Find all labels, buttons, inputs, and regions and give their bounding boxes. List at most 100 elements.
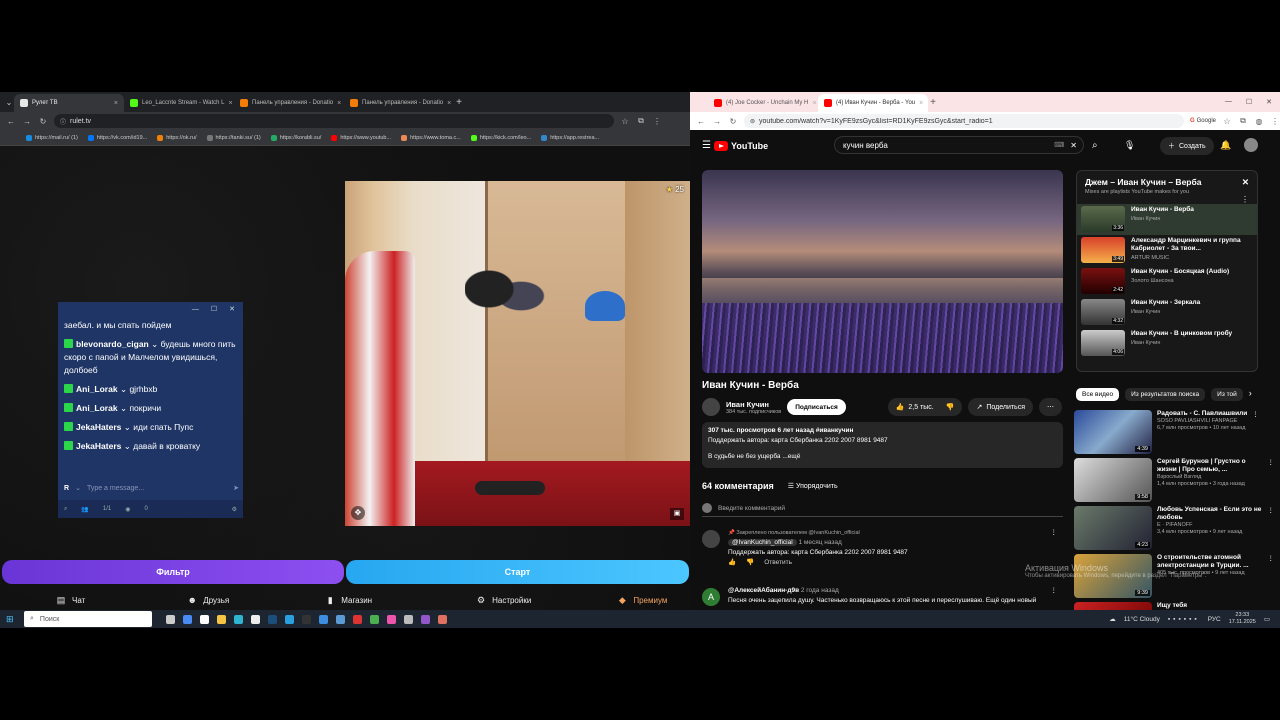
file-explorer-icon[interactable] — [217, 614, 226, 624]
video-player[interactable] — [702, 170, 1063, 373]
create-button[interactable]: ＋ Создать — [1160, 137, 1214, 155]
maximize-icon[interactable]: ☐ — [211, 305, 217, 313]
hamburger-menu-icon[interactable]: ☰ — [702, 140, 711, 151]
gear-icon[interactable]: ⚙ — [232, 506, 237, 513]
send-icon[interactable]: ➤ — [233, 484, 239, 492]
nav-premium[interactable]: ◆ Премиум — [617, 595, 668, 605]
keyboard-icon[interactable]: ⌨ — [1054, 141, 1064, 149]
more-vert-icon[interactable]: ⋮ — [1252, 410, 1259, 454]
store-icon[interactable] — [251, 614, 260, 624]
nav-settings[interactable]: ⚙ Настройки — [476, 595, 531, 605]
minimize-icon[interactable]: — — [192, 306, 199, 313]
language-indicator[interactable]: РУС — [1208, 616, 1221, 623]
reload-icon[interactable]: ↻ — [38, 117, 48, 126]
chat-app-icon[interactable] — [285, 614, 294, 624]
browser-icon[interactable] — [336, 614, 345, 624]
chat-username[interactable]: Ani_Lorak — [76, 403, 118, 413]
share-button[interactable]: ↗ Поделиться — [968, 398, 1033, 416]
like-button[interactable]: 👍 2,5 тыс. 👎 — [887, 398, 963, 416]
bookmark-item[interactable]: https://korabli.su/ — [270, 134, 321, 141]
tab-kick[interactable]: Leo_Laccnte Stream - Watch L × — [124, 94, 234, 112]
playlist-item[interactable]: 3:36 Иван Кучин - Верба Иван Кучин — [1077, 204, 1257, 235]
close-icon[interactable]: × — [447, 100, 451, 107]
bookmark-item[interactable]: https://vk.com/id19... — [87, 134, 147, 141]
menu-icon[interactable]: ⋮ — [652, 117, 662, 126]
youtube-logo[interactable]: YouTube — [714, 141, 768, 151]
move-icon[interactable]: ✥ — [351, 506, 365, 520]
bookmark-star-icon[interactable]: ☆ — [620, 117, 630, 126]
more-vert-icon[interactable]: ⋮ — [1268, 458, 1275, 502]
taskbar-search-input[interactable]: ⌕ Поиск — [24, 611, 152, 627]
playlist-item[interactable]: 3:49 Александр Марцинкевич и группа Кабри… — [1077, 235, 1257, 266]
terminal-icon[interactable] — [200, 614, 209, 624]
google-lens-button[interactable]: G Google — [1190, 118, 1216, 124]
search-icon[interactable]: ⌕ — [64, 506, 67, 513]
channel-avatar[interactable] — [702, 398, 720, 416]
channel-name[interactable]: Иван Кучин — [726, 400, 781, 409]
avatar[interactable] — [1244, 138, 1258, 152]
thumbs-down-icon[interactable]: 👎 — [746, 558, 754, 568]
new-tab-button[interactable]: + — [928, 97, 938, 108]
nav-chat[interactable]: ▤ Чат — [56, 595, 86, 605]
recommendation-item[interactable]: 4:23 Любовь Успенская - Если это не любов… — [1074, 506, 1274, 550]
close-icon[interactable]: × — [114, 100, 118, 107]
clock[interactable]: 23:33 17.11.2025 — [1229, 612, 1256, 626]
forward-icon[interactable]: → — [712, 117, 722, 126]
steam-icon[interactable] — [268, 614, 277, 624]
notifications-icon[interactable]: 🔔 — [1220, 140, 1231, 151]
search-icon[interactable]: ⌕ — [1092, 140, 1098, 151]
more-vert-icon[interactable]: ⋮ — [1268, 506, 1275, 550]
avatar[interactable]: A — [702, 588, 720, 606]
forward-icon[interactable]: → — [22, 117, 32, 126]
playlist-item[interactable]: 4:32 Иван Кучин - Зеркала Иван Кучин — [1077, 297, 1257, 328]
close-icon[interactable]: × — [919, 100, 923, 107]
url-input[interactable]: ⓘ rulet.tv — [54, 114, 614, 128]
profile-icon[interactable]: ◍ — [1254, 117, 1264, 126]
recommendation-item[interactable]: 4:39 Радовать - С. Павлиашвили SOSO PAVLIA… — [1074, 410, 1274, 454]
weather-text[interactable]: 11°C Cloudy — [1124, 616, 1160, 623]
chat-input[interactable]: Type a message... — [87, 485, 227, 492]
task-view-icon[interactable] — [166, 614, 175, 624]
chrome-icon[interactable] — [387, 614, 396, 624]
gift-icon[interactable]: ▣ — [670, 508, 684, 520]
site-info-icon[interactable]: ⊜ — [750, 118, 755, 125]
obs-icon[interactable] — [404, 614, 413, 624]
minimize-icon[interactable]: — — [1225, 98, 1232, 106]
reload-icon[interactable]: ↻ — [728, 117, 738, 126]
chevron-down-icon[interactable]: ⌄ — [75, 484, 81, 492]
filter-button[interactable]: Фильтр — [2, 560, 344, 584]
comment-input[interactable]: Введите комментарий — [702, 503, 1063, 517]
menu-icon[interactable]: ⋮ — [1270, 117, 1280, 126]
windows-start-icon[interactable]: ⊞ — [6, 614, 14, 625]
search-input[interactable]: кучин верба ⌨ ✕ — [834, 136, 1084, 154]
comment-username[interactable]: @АлексейАбанин-д9в — [728, 587, 799, 594]
chat-username[interactable]: JekaHaters — [76, 422, 121, 432]
extensions-icon[interactable]: ⧉ — [1238, 116, 1248, 126]
clear-icon[interactable]: ✕ — [1070, 141, 1077, 150]
playlist-menu-icon[interactable]: ⋮ — [1077, 195, 1257, 204]
thumbs-up-icon[interactable]: 👍 — [728, 558, 736, 568]
tray-icons[interactable]: ▪▪▪▪▪▪ — [1168, 616, 1200, 623]
subscribe-button[interactable]: Подписаться — [787, 399, 846, 415]
nav-shop[interactable]: ▮ Магазин — [325, 595, 372, 605]
more-vert-icon[interactable]: ⋮ — [1268, 554, 1275, 598]
nav-friends[interactable]: ☻ Друзья — [187, 595, 230, 605]
tab-rulet[interactable]: Рулет ТВ × — [14, 94, 124, 112]
browser-icon[interactable] — [319, 614, 328, 624]
recommendation-item[interactable]: Ищу тебя — [1074, 602, 1274, 610]
site-info-icon[interactable]: ⓘ — [60, 117, 66, 126]
chip-all-videos[interactable]: Все видео — [1076, 388, 1120, 401]
more-actions-button[interactable]: ⋯ — [1039, 398, 1062, 416]
maximize-icon[interactable]: ☐ — [1246, 98, 1252, 106]
close-icon[interactable]: × — [812, 100, 816, 107]
app-icon[interactable] — [302, 614, 311, 624]
chip-from-same[interactable]: Из той — [1211, 388, 1243, 401]
avatar[interactable] — [702, 530, 720, 548]
chat-username[interactable]: blevonardo_cigan — [76, 339, 149, 349]
tab-search-icon[interactable]: ⌄ — [4, 98, 14, 107]
more-vert-icon[interactable]: ⋮ — [1051, 528, 1058, 538]
chip-from-search[interactable]: Из результатов поиска — [1125, 388, 1206, 401]
back-icon[interactable]: ← — [6, 117, 16, 126]
playlist-item[interactable]: 4:06 Иван Кучин - В цинковом гробу Иван Ку… — [1077, 328, 1257, 359]
chrome-icon[interactable] — [370, 614, 379, 624]
